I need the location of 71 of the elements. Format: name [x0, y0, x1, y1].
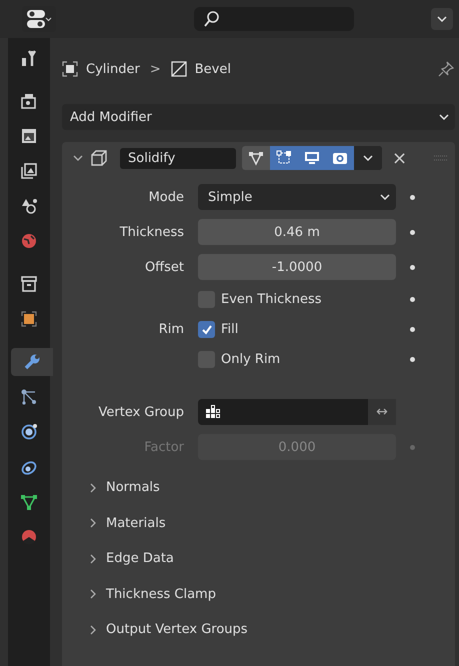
drag-handle-icon[interactable] — [433, 154, 449, 162]
image-stack-icon — [20, 162, 38, 180]
property-label: Rim — [158, 322, 185, 337]
subpanel-header[interactable]: Output Vertex Groups — [62, 612, 455, 648]
triangle-mesh-icon — [248, 150, 264, 166]
keyframe-dot-icon[interactable] — [410, 444, 415, 450]
data-name: Bevel — [194, 62, 231, 76]
subpanel-header[interactable]: Edge Data — [62, 541, 455, 576]
mode-dropdown[interactable]: Simple — [198, 184, 396, 210]
chevron-icon — [88, 624, 98, 636]
invert-toggle[interactable]: ↔ — [368, 399, 396, 425]
object-icon — [62, 61, 78, 77]
solidify-cube-icon — [90, 149, 108, 167]
modifier-name-field[interactable]: Solidify — [120, 148, 236, 168]
dashed-square-icon — [276, 150, 292, 166]
shapes-icon — [20, 197, 38, 215]
property-label: Mode — [148, 190, 185, 204]
cage-toggle[interactable] — [242, 146, 270, 170]
keyframe-dot-icon[interactable] — [410, 357, 415, 362]
subpanel-header[interactable]: Normals — [62, 470, 455, 506]
checkbox-option[interactable]: Fill — [198, 321, 238, 338]
checkbox-option[interactable]: Only Rim — [198, 351, 280, 368]
property-label: Thickness — [118, 224, 185, 240]
number-field[interactable]: 0.46 m — [198, 219, 396, 245]
particles-icon — [20, 388, 38, 406]
vertex-group-icon — [206, 405, 220, 419]
options-button[interactable] — [431, 8, 453, 30]
keyframe-dot-icon[interactable] — [410, 327, 415, 332]
checkmark-icon — [200, 324, 212, 336]
chevron-icon — [88, 588, 98, 600]
property-label: Factor — [143, 440, 185, 454]
subpanel-header[interactable]: Thickness Clamp — [62, 576, 455, 612]
object-name: Cylinder — [86, 62, 140, 76]
chevron-icon — [88, 517, 98, 530]
caret-icon — [437, 16, 447, 22]
keyframe-dot-icon[interactable] — [410, 264, 415, 270]
box-icon — [20, 275, 38, 293]
checkbox-option[interactable]: Even Thickness — [198, 291, 322, 308]
wrench-icon — [23, 353, 41, 371]
globe-icon — [20, 232, 38, 250]
expand-chevron-icon[interactable] — [72, 153, 84, 163]
caret-icon — [439, 114, 449, 120]
screwdriver-wrench-icon — [20, 49, 38, 67]
keyframe-dot-icon[interactable] — [410, 297, 415, 302]
camera-icon — [332, 150, 348, 166]
pin-icon[interactable] — [437, 60, 455, 78]
caret-icon — [380, 194, 390, 200]
curve-data-icon — [170, 61, 187, 77]
render-toggle[interactable] — [326, 146, 354, 170]
chevron-icon — [88, 482, 98, 494]
property-label: Vertex Group — [98, 404, 185, 420]
remove-modifier-button[interactable]: × — [388, 148, 412, 168]
search-icon — [204, 10, 220, 28]
caret-icon — [363, 155, 373, 161]
add-modifier-menu[interactable]: Add Modifier — [62, 104, 455, 130]
breadcrumb-separator: > — [150, 62, 161, 76]
vertex-group-field[interactable] — [198, 399, 368, 425]
search-field[interactable] — [194, 7, 354, 31]
subpanel-header[interactable]: Materials — [62, 506, 455, 541]
number-field[interactable]: -1.0000 — [198, 254, 396, 280]
monitor-icon — [304, 150, 320, 166]
sphere-icon — [20, 528, 38, 546]
property-label: Offset — [144, 260, 185, 274]
triangle-mesh-icon — [20, 493, 38, 511]
edit-toggle[interactable] — [270, 146, 298, 170]
orbit-icon — [20, 423, 38, 441]
keyframe-dot-icon[interactable] — [410, 194, 415, 200]
square-icon — [20, 310, 38, 328]
chevron-icon — [88, 552, 98, 565]
camera-icon — [20, 92, 38, 110]
keyframe-dot-icon[interactable] — [410, 230, 415, 234]
